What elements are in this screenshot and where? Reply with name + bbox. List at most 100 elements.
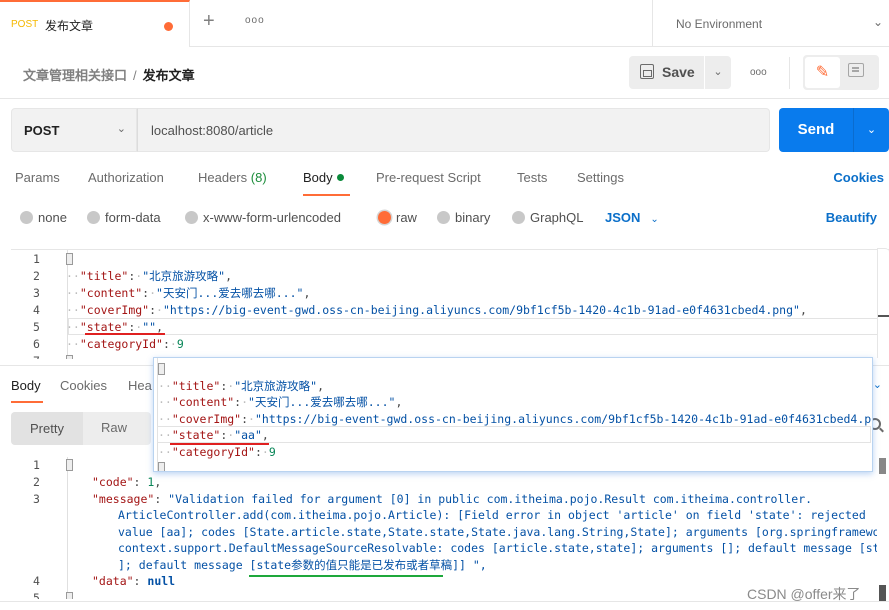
save-options-button[interactable]: ⌄	[705, 56, 731, 89]
tab-authorization[interactable]: Authorization	[88, 170, 164, 185]
view-pretty-button[interactable]: Pretty	[11, 412, 83, 445]
response-tab-headers[interactable]: Hea	[128, 378, 152, 393]
radio-label: raw	[396, 210, 417, 225]
annotation-underline-red	[85, 333, 165, 335]
tab-bar: POST 发布文章 + ooo No Environment ⌄	[0, 0, 889, 47]
code-line: ]; default message [state参数的值只能是已发布或者草稿]…	[118, 557, 487, 572]
brace-open	[66, 253, 73, 265]
request-header: 文章管理相关接口 / 发布文章 Save ⌄ ooo ✎	[0, 47, 889, 99]
radio-x-www-form-urlencoded[interactable]: x-www-form-urlencoded	[185, 210, 341, 225]
tab-headers[interactable]: Headers (8)	[198, 170, 267, 185]
brace-close	[158, 462, 165, 471]
annotation-underline-red	[170, 443, 269, 445]
radio-label: GraphQL	[530, 210, 584, 225]
radio-label: none	[38, 210, 67, 225]
annotation-underline-green	[249, 575, 443, 577]
url-value: localhost:8080/article	[151, 123, 274, 138]
code-line: 3 ··"content":·"天安门...爱去哪去哪...",	[33, 286, 311, 300]
breadcrumb-separator: /	[133, 68, 137, 83]
code-line: 2 ··"title":·"北京旅游攻略",	[33, 269, 232, 283]
chevron-down-icon: ⌄	[872, 15, 883, 29]
tab-name: 发布文章	[45, 19, 94, 33]
divider	[789, 57, 790, 89]
response-tab-cookies[interactable]: Cookies	[60, 378, 107, 393]
radio-binary[interactable]: binary	[437, 210, 490, 225]
method-select[interactable]: POST ⌄	[11, 108, 137, 152]
breadcrumb-current[interactable]: 发布文章	[143, 68, 195, 83]
unsaved-dot-icon	[164, 22, 173, 31]
breadcrumb: 文章管理相关接口 / 发布文章	[23, 65, 195, 84]
tab-tests[interactable]: Tests	[517, 170, 547, 185]
brace-close	[66, 591, 73, 599]
radio-form-data[interactable]: form-data	[87, 210, 161, 225]
code-line: context.support.DefaultMessageSourceReso…	[118, 541, 877, 555]
save-label: Save	[662, 64, 695, 80]
radio-label: x-www-form-urlencoded	[203, 210, 341, 225]
tab-method: POST	[11, 19, 39, 30]
overlay-request-body: ··"title":·"北京旅游攻略", ··"content":·"天安门..…	[153, 357, 873, 472]
code-line: 2 "code": 1,	[33, 475, 162, 489]
save-icon	[640, 64, 654, 79]
radio-icon	[185, 211, 198, 224]
editor-scrollbar[interactable]	[877, 248, 889, 358]
send-options-button[interactable]: ⌄	[853, 108, 889, 152]
radio-icon	[87, 211, 100, 224]
request-body-editor[interactable]: 1 2 ··"title":·"北京旅游攻略", 3 ··"content":·"天…	[11, 249, 889, 359]
url-input[interactable]: localhost:8080/article	[137, 108, 770, 152]
comment-icon[interactable]	[848, 63, 864, 77]
environment-select[interactable]: No Environment ⌄	[652, 0, 889, 47]
radio-icon	[20, 211, 33, 224]
cookies-link[interactable]: Cookies	[833, 170, 884, 185]
tab-settings[interactable]: Settings	[577, 170, 624, 185]
brace-open	[158, 363, 165, 375]
radio-graphql[interactable]: GraphQL	[512, 210, 583, 225]
radio-none[interactable]: none	[20, 210, 67, 225]
save-button[interactable]: Save	[629, 56, 704, 89]
body-format-select[interactable]: JSON ⌄	[605, 210, 659, 225]
code-line: ··"categoryId":·9	[158, 444, 276, 459]
response-scrollbar[interactable]	[879, 458, 886, 474]
code-line: value [aa]; codes [State.article.state,S…	[118, 524, 877, 539]
new-tab-icon[interactable]: +	[203, 11, 215, 31]
response-body-viewer[interactable]: 1 2 "code": 1, 3 "message": "Validation fa…	[11, 457, 877, 599]
body-format-value: JSON	[605, 210, 641, 225]
beautify-button[interactable]: Beautify	[826, 210, 877, 225]
chevron-down-icon: ⌄	[116, 123, 126, 135]
more-options-icon[interactable]: ooo	[750, 67, 767, 78]
code-line: ··"state":·"aa",	[158, 428, 269, 442]
side-panel-toggle: ✎	[803, 55, 879, 90]
chevron-down-icon: ⌄	[866, 124, 877, 136]
radio-label: form-data	[105, 210, 161, 225]
radio-icon	[512, 211, 525, 224]
code-line: 1	[11, 251, 889, 268]
tab-more-icon[interactable]: ooo	[245, 15, 265, 26]
code-line	[154, 460, 872, 471]
scroll-marker	[878, 315, 889, 317]
pencil-icon[interactable]: ✎	[805, 57, 840, 88]
method-value: POST	[24, 123, 60, 138]
code-line: ··"coverImg":·"https://big-event-gwd.oss…	[158, 411, 873, 426]
radio-raw[interactable]: raw	[378, 210, 417, 225]
body-type-options: none form-data x-www-form-urlencoded raw…	[0, 210, 889, 230]
radio-selected-icon	[378, 211, 391, 224]
code-line	[154, 361, 872, 378]
environment-label: No Environment	[676, 17, 763, 31]
code-line: 6 ··"categoryId":·9	[33, 337, 184, 351]
view-raw-button[interactable]: Raw	[101, 420, 127, 435]
response-tab-body[interactable]: Body	[11, 378, 41, 393]
code-line: ArticleController.add(com.itheima.pojo.A…	[118, 508, 866, 522]
code-line: ··"content":·"天安门...爱去哪去哪...",	[158, 395, 403, 409]
response-scrollbar-end	[879, 585, 886, 601]
chevron-down-icon[interactable]: ⌄	[873, 378, 882, 391]
body-indicator-dot-icon	[336, 174, 344, 181]
radio-icon	[437, 211, 450, 224]
breadcrumb-parent[interactable]: 文章管理相关接口	[23, 68, 127, 83]
response-view-toggle: Pretty Raw	[11, 412, 151, 445]
send-button[interactable]: Send	[779, 108, 853, 152]
active-tab-underline	[303, 194, 350, 196]
tab-params[interactable]: Params	[15, 170, 60, 185]
tab-headers-label: Headers	[198, 170, 248, 185]
request-tab[interactable]: POST 发布文章	[0, 0, 190, 47]
tab-body[interactable]: Body	[303, 170, 344, 185]
tab-pre-request-script[interactable]: Pre-request Script	[376, 170, 481, 185]
